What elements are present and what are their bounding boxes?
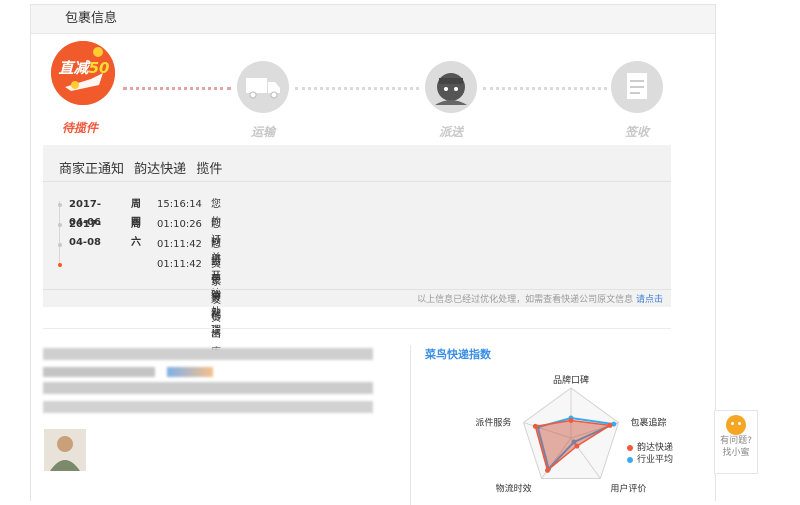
receipt-icon bbox=[627, 73, 647, 99]
radar-axis-label: 品牌口碑 bbox=[553, 374, 589, 386]
chart-legend: 韵达快递 行业平均 bbox=[627, 442, 673, 466]
step-transport-icon[interactable] bbox=[237, 61, 289, 113]
view-original-link[interactable]: 请点击 bbox=[636, 295, 663, 305]
help-line-2: 找小蜜 bbox=[722, 448, 750, 458]
divider bbox=[43, 289, 671, 290]
radar-point bbox=[544, 467, 550, 473]
tracking-stage: 揽件 bbox=[196, 162, 223, 177]
help-widget[interactable]: 有问题? 找小蜜 bbox=[714, 410, 758, 474]
radar-point bbox=[574, 443, 580, 449]
timeline-dot bbox=[58, 203, 62, 207]
radar-point bbox=[532, 423, 538, 429]
timeline-line bbox=[59, 201, 60, 265]
tracking-status: 商家正通知 bbox=[59, 162, 125, 177]
step-pending-icon[interactable]: 直减50 bbox=[51, 41, 115, 105]
radar-point bbox=[607, 422, 613, 428]
progress-dots bbox=[123, 87, 231, 90]
divider bbox=[43, 328, 671, 329]
progress-dots-grey bbox=[295, 87, 419, 90]
panel-title: 包裹信息 bbox=[31, 5, 715, 34]
progress-steps: 直减50 待揽件 运输 派送 签收 bbox=[31, 35, 715, 145]
divider bbox=[43, 181, 671, 182]
step-delivery-label: 派送 bbox=[439, 125, 464, 139]
tracking-carrier: 韵达快递 bbox=[134, 162, 187, 177]
progress-dots-grey2 bbox=[483, 87, 607, 90]
radar-point bbox=[568, 418, 574, 423]
radar-axis-label: 用户评价 bbox=[610, 482, 646, 494]
assistant-face-icon bbox=[726, 415, 746, 435]
step-pending-label: 待揽件 bbox=[62, 121, 99, 135]
radar-axis-label: 物流时效 bbox=[496, 482, 532, 494]
legend-item: 行业平均 bbox=[627, 454, 673, 466]
timeline-dot bbox=[58, 243, 62, 247]
package-info-panel: 包裹信息 直减50 待揽件 运输 派送 签收 商家正通知 韵达快递 揽件 201… bbox=[30, 4, 716, 505]
radar-chart: 品牌口碑包裹追踪用户评价 物流时效 派件服务 bbox=[475, 374, 667, 494]
step-transport-label: 运输 bbox=[251, 125, 276, 139]
radar-axis-label: 派件服务 bbox=[475, 417, 511, 429]
legend-swatch-yunda bbox=[627, 445, 633, 451]
divider bbox=[410, 345, 411, 505]
timeline-dot bbox=[58, 223, 62, 227]
legend-swatch-avg bbox=[627, 457, 633, 463]
tracking-header: 商家正通知 韵达快递 揽件 bbox=[59, 158, 228, 177]
timeline-dot-current bbox=[58, 263, 62, 267]
avatar-image bbox=[44, 429, 86, 471]
step-delivery-icon[interactable] bbox=[425, 61, 477, 113]
tracking-footer: 以上信息已经过优化处理，如需查看快递公司原文信息 请点击 bbox=[417, 295, 663, 305]
legend-item: 韵达快递 bbox=[627, 442, 673, 454]
tracking-box: 商家正通知 韵达快递 揽件 2017-04-06 周四 15:16:14 您的订… bbox=[43, 145, 671, 358]
radar-axis-label: 包裹追踪 bbox=[631, 417, 667, 429]
courier-icon bbox=[435, 73, 467, 105]
seller-avatar[interactable] bbox=[44, 429, 86, 471]
help-line-1: 有问题? bbox=[720, 436, 752, 446]
step-signed-label: 签收 bbox=[625, 125, 650, 139]
promo-text: 直减50 bbox=[58, 59, 110, 77]
truck-icon bbox=[246, 78, 280, 99]
step-signed-icon[interactable] bbox=[611, 61, 663, 113]
